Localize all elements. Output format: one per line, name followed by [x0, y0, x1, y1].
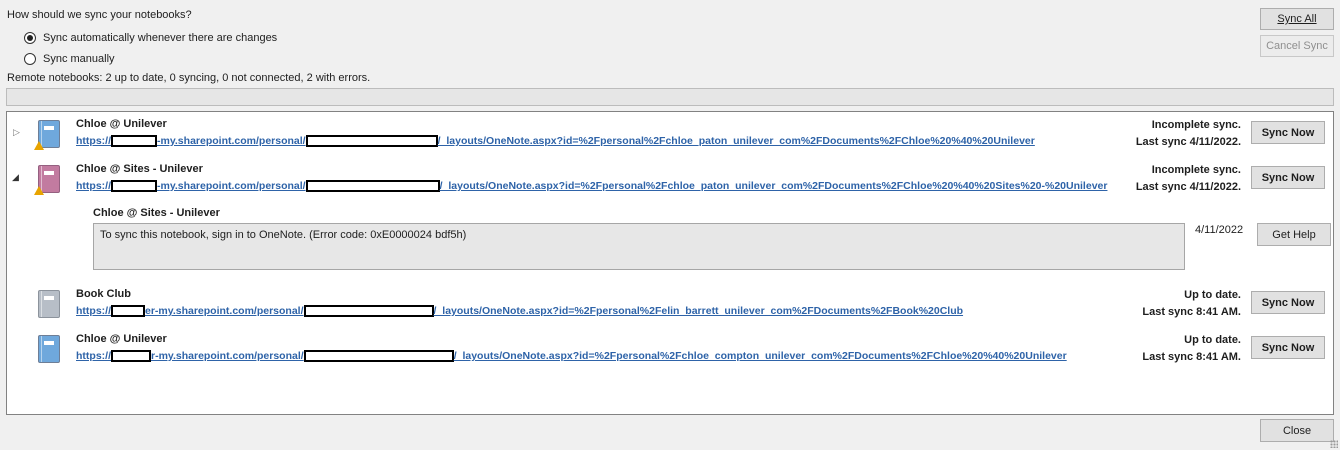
error-date: 4/11/2022 — [1195, 224, 1244, 236]
radio-button-selected[interactable] — [24, 32, 36, 44]
notebook-row[interactable]: Chloe @ Unilever https://r-my.sharepoint… — [7, 332, 1333, 374]
radio-auto-label: Sync automatically whenever there are ch… — [43, 32, 278, 44]
error-section-title: Chloe @ Sites - Unilever — [93, 207, 220, 219]
notebook-link[interactable]: https://-my.sharepoint.com/personal//_la… — [76, 135, 1035, 148]
sync-now-button[interactable]: Sync Now — [1251, 166, 1325, 189]
sync-status: Incomplete sync. Last sync 4/11/2022. — [1135, 164, 1241, 193]
sync-now-button[interactable]: Sync Now — [1251, 291, 1325, 314]
sync-status: Incomplete sync. Last sync 4/11/2022. — [1135, 119, 1241, 148]
error-message: To sync this notebook, sign in to OneNot… — [100, 229, 467, 241]
redaction-box — [111, 305, 145, 318]
notebook-link[interactable]: https://r-my.sharepoint.com/personal//_l… — [76, 350, 1067, 363]
notebook-row[interactable]: Book Club https://er-my.sharepoint.com/p… — [7, 287, 1333, 329]
notebook-row[interactable]: ▷ Chloe @ Unilever https://-my.sharepoin… — [7, 117, 1333, 159]
sync-status: Up to date. Last sync 8:41 AM. — [1142, 334, 1241, 363]
sync-all-button[interactable]: Sync All — [1260, 8, 1334, 30]
resize-grip-icon[interactable] — [1330, 440, 1338, 448]
remote-status-text: Remote notebooks: 2 up to date, 0 syncin… — [7, 72, 371, 84]
close-button[interactable]: Close — [1260, 419, 1334, 442]
notebook-link[interactable]: https://er-my.sharepoint.com/personal//_… — [76, 305, 963, 318]
collapse-arrow-icon[interactable]: ◢ — [12, 172, 19, 183]
sync-now-button[interactable]: Sync Now — [1251, 336, 1325, 359]
notebook-title: Chloe @ Sites - Unilever — [76, 163, 203, 175]
redaction-box — [303, 305, 434, 318]
radio-sync-automatically[interactable]: Sync automatically whenever there are ch… — [24, 32, 277, 44]
radio-sync-manually[interactable]: Sync manually — [24, 53, 115, 65]
radio-button[interactable] — [24, 53, 36, 65]
notebook-link[interactable]: https://-my.sharepoint.com/personal//_la… — [76, 180, 1107, 193]
radio-manual-label: Sync manually — [43, 53, 115, 65]
sync-prompt: How should we sync your notebooks? — [7, 9, 192, 21]
cancel-sync-button[interactable]: Cancel Sync — [1260, 35, 1334, 57]
expand-arrow-icon[interactable]: ▷ — [13, 127, 20, 138]
warning-icon — [34, 186, 44, 195]
redaction-box — [305, 135, 438, 148]
error-message-box: To sync this notebook, sign in to OneNot… — [93, 223, 1185, 270]
redaction-box — [111, 350, 151, 363]
redaction-box — [305, 180, 440, 193]
redaction-box — [111, 180, 157, 193]
notebook-row[interactable]: ◢ Chloe @ Sites - Unilever https://-my.s… — [7, 162, 1333, 204]
sync-progress-bar — [6, 88, 1334, 106]
redaction-box — [303, 350, 454, 363]
warning-icon — [34, 141, 44, 150]
notebook-title: Chloe @ Unilever — [76, 333, 167, 345]
redaction-box — [111, 135, 157, 148]
sync-now-button[interactable]: Sync Now — [1251, 121, 1325, 144]
notebook-title: Book Club — [76, 288, 131, 300]
notebook-title: Chloe @ Unilever — [76, 118, 167, 130]
notebook-icon — [38, 335, 60, 363]
sync-status: Up to date. Last sync 8:41 AM. — [1142, 289, 1241, 318]
get-help-button[interactable]: Get Help — [1257, 223, 1331, 246]
notebook-icon — [38, 290, 60, 318]
notebook-list: ▷ Chloe @ Unilever https://-my.sharepoin… — [6, 111, 1334, 415]
